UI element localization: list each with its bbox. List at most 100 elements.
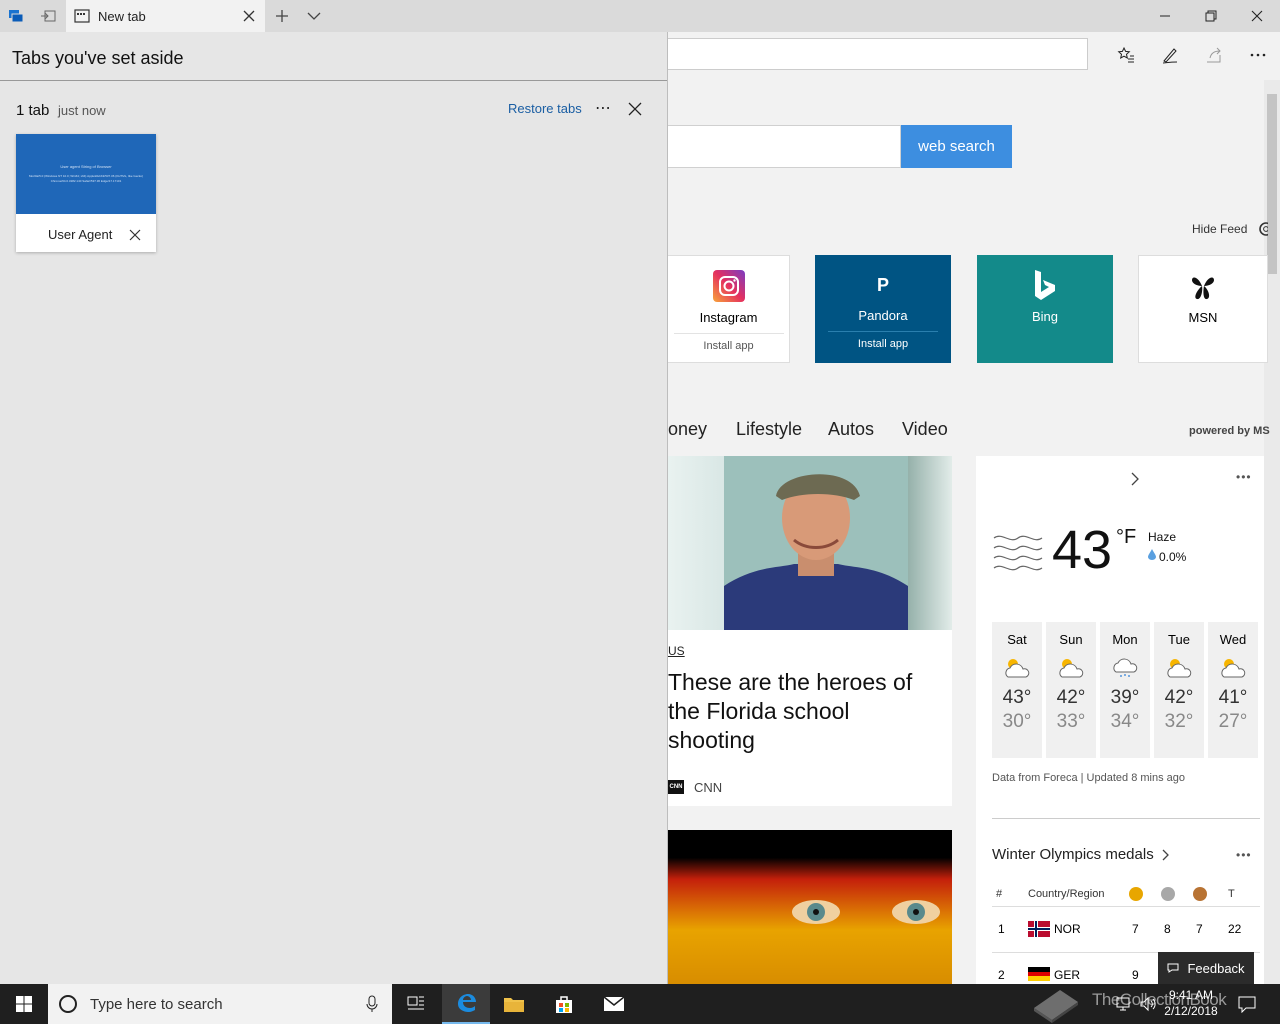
medals-header-rank: #	[996, 888, 1003, 900]
partly-sunny-icon	[1167, 659, 1192, 678]
favorites-icon	[1117, 46, 1134, 63]
msn-butterfly-icon	[1192, 277, 1214, 300]
microphone-icon[interactable]	[366, 995, 378, 1013]
edge-icon	[458, 994, 476, 1012]
tabs-aside-button[interactable]	[0, 0, 32, 32]
tile-label: MSN	[1188, 310, 1218, 325]
chevron-right-icon[interactable]	[1162, 849, 1170, 861]
feed-nav-autos[interactable]: Autos	[828, 419, 874, 440]
tab-group-count: 1 tab	[16, 102, 50, 119]
table-row[interactable]: 1 NOR 7 8 7 22	[992, 914, 1260, 944]
taskbar-search-placeholder: Type here to search	[90, 995, 223, 1013]
feed-nav-money[interactable]: oney	[668, 419, 707, 440]
network-button[interactable]	[1116, 996, 1134, 1012]
group-close-button[interactable]	[626, 100, 644, 118]
news-headline[interactable]: These are the heroes of the Florida scho…	[668, 668, 938, 755]
taskbar-search-box[interactable]: Type here to search	[48, 984, 392, 1024]
tile-instagram[interactable]: Instagram Install app	[668, 255, 790, 363]
thumbnail-close-button[interactable]	[128, 228, 142, 242]
scrollbar-thumb[interactable]	[1267, 94, 1277, 274]
install-app-link[interactable]: Install app	[828, 331, 938, 350]
start-button[interactable]	[0, 984, 48, 1024]
web-search-input[interactable]	[668, 125, 901, 168]
more-button[interactable]	[1246, 44, 1270, 66]
group-more-button[interactable]: ⋯	[592, 98, 614, 118]
news-card-2[interactable]	[668, 830, 952, 984]
tile-bing[interactable]: Bing	[977, 255, 1113, 363]
close-window-button[interactable]	[1234, 0, 1280, 32]
gear-icon	[1259, 222, 1268, 236]
medal-silver: 8	[1164, 922, 1171, 936]
preview-text: Mozilla/5.0 (Windows NT 10.0; Win64; x64…	[28, 174, 144, 183]
forecast-high: 42°	[1056, 687, 1086, 708]
browser-content: web search Hide Feed Instagram Install a…	[668, 32, 1280, 984]
set-aside-tab-thumbnail[interactable]: User agent String of Browser Mozilla/5.0…	[16, 134, 156, 252]
tile-msn[interactable]: MSN	[1138, 255, 1268, 363]
tab-new-tab[interactable]: New tab	[66, 0, 265, 32]
volume-button[interactable]	[1140, 996, 1156, 1012]
mail-button[interactable]	[590, 984, 638, 1024]
taskbar-edge-button[interactable]	[442, 984, 490, 1024]
tile-pandora[interactable]: P Pandora Install app	[815, 255, 951, 363]
action-center-button[interactable]	[1238, 995, 1256, 1013]
forecast-high: 39°	[1110, 687, 1140, 708]
task-view-button[interactable]	[392, 984, 440, 1024]
clock[interactable]: 9:41 AM 2/12/2018	[1156, 987, 1226, 1019]
feedback-button[interactable]: Feedback	[1158, 952, 1254, 984]
new-tab-button[interactable]	[272, 6, 292, 26]
temperature-unit[interactable]: °F	[1116, 526, 1136, 549]
news-category[interactable]: US	[668, 644, 685, 658]
forecast-day[interactable]: Mon 39° 34°	[1100, 622, 1150, 758]
chevron-right-icon[interactable]	[1130, 472, 1140, 486]
powered-by-label: powered by MS	[1189, 425, 1270, 437]
tab-preview-button[interactable]	[304, 6, 324, 26]
medals-more-button[interactable]: •••	[1236, 848, 1252, 862]
weather-source: Data from Foreca | Updated 8 mins ago	[992, 772, 1186, 784]
rain-cloud-icon	[1113, 658, 1138, 677]
mail-icon	[603, 996, 625, 1011]
feed-nav-video[interactable]: Video	[902, 419, 948, 440]
favorites-button[interactable]	[1114, 44, 1138, 66]
page-scrollbar[interactable]	[1264, 80, 1280, 984]
thumbnail-label: User Agent	[48, 227, 113, 242]
forecast-low: 33°	[1056, 711, 1086, 732]
feedback-icon	[1167, 963, 1179, 973]
volume-icon	[1140, 996, 1156, 1012]
forecast-day[interactable]: Wed 41° 27°	[1208, 622, 1258, 758]
restore-button[interactable]	[1188, 0, 1234, 32]
medal-country: NOR	[1054, 922, 1081, 936]
forecast-day[interactable]: Tue 42° 32°	[1154, 622, 1204, 758]
weather-card[interactable]: ••• 43 °F Haze 0.0% Sat 43° 30° Sun 42° …	[976, 456, 1264, 984]
plus-icon	[276, 10, 288, 22]
forecast-day[interactable]: Sun 42° 33°	[1046, 622, 1096, 758]
set-tabs-aside-button[interactable]	[32, 0, 64, 32]
forecast-high: 43°	[1002, 687, 1032, 708]
clock-date: 2/12/2018	[1164, 1004, 1218, 1018]
install-app-link[interactable]: Install app	[673, 333, 784, 352]
file-explorer-button[interactable]	[490, 984, 538, 1024]
web-search-button[interactable]: web search	[901, 125, 1012, 168]
hide-feed-link[interactable]: Hide Feed	[1192, 222, 1247, 236]
medals-title[interactable]: Winter Olympics medals	[992, 846, 1154, 863]
share-button[interactable]	[1202, 44, 1226, 66]
forecast-day-name: Mon	[1112, 632, 1138, 647]
tab-close-button[interactable]	[241, 8, 257, 24]
store-button[interactable]	[540, 984, 588, 1024]
notification-icon	[1238, 996, 1256, 1013]
feed-nav-lifestyle[interactable]: Lifestyle	[736, 419, 802, 440]
restore-tabs-link[interactable]: Restore tabs	[508, 101, 582, 116]
minimize-button[interactable]	[1142, 0, 1188, 32]
feed-settings-button[interactable]	[1256, 220, 1268, 238]
forecast-low: 30°	[1002, 711, 1032, 732]
news-card[interactable]: US These are the heroes of the Florida s…	[668, 456, 952, 806]
notes-button[interactable]	[1158, 44, 1182, 66]
divider	[992, 906, 1260, 907]
medal-bronze: 7	[1196, 922, 1203, 936]
divider	[992, 818, 1260, 819]
weather-more-button[interactable]: •••	[1236, 470, 1252, 484]
forecast-day[interactable]: Sat 43° 30°	[992, 622, 1042, 758]
title-bar: New tab	[0, 0, 1280, 32]
address-bar[interactable]	[668, 38, 1088, 70]
more-icon	[1250, 53, 1266, 57]
germany-flag-icon	[1028, 967, 1050, 981]
